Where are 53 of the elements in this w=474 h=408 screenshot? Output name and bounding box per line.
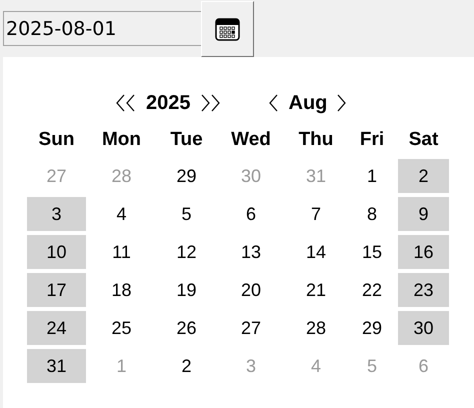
day-cell[interactable]: 2 [398, 159, 449, 193]
day-cell[interactable]: 9 [398, 197, 449, 231]
weekday-header: Sun [38, 128, 76, 152]
day-cell[interactable]: 3 [27, 197, 86, 231]
weekday-header: Thu [298, 128, 334, 152]
day-cell[interactable]: 27 [216, 311, 286, 345]
day-cell[interactable]: 23 [398, 273, 449, 307]
day-cell[interactable]: 26 [157, 311, 216, 345]
double-chevron-left-icon [116, 93, 136, 113]
day-cell[interactable]: 11 [86, 235, 157, 269]
day-cell[interactable]: 31 [27, 349, 86, 383]
day-cell[interactable]: 7 [286, 197, 346, 231]
day-cell[interactable]: 22 [346, 273, 398, 307]
calendar-icon [215, 16, 240, 42]
previous-month-button[interactable] [268, 93, 278, 113]
day-cell[interactable]: 14 [286, 235, 346, 269]
double-chevron-right-icon [200, 93, 220, 113]
day-cell[interactable]: 17 [27, 273, 86, 307]
day-cell[interactable]: 28 [286, 311, 346, 345]
weekday-header: Sat [408, 128, 440, 152]
month-label: Aug [288, 92, 328, 114]
previous-year-button[interactable] [116, 93, 136, 113]
day-cell[interactable]: 24 [27, 311, 86, 345]
day-cell[interactable]: 8 [346, 197, 398, 231]
day-cell[interactable]: 16 [398, 235, 449, 269]
day-cell[interactable]: 19 [157, 273, 216, 307]
day-cell[interactable]: 29 [157, 159, 216, 193]
day-cell[interactable]: 25 [86, 311, 157, 345]
day-cell[interactable]: 21 [286, 273, 346, 307]
day-cell[interactable]: 12 [157, 235, 216, 269]
next-month-button[interactable] [337, 93, 348, 113]
year-label: 2025 [146, 92, 190, 114]
day-cell[interactable]: 6 [216, 197, 286, 231]
next-year-button[interactable] [200, 93, 220, 113]
day-cell[interactable]: 2 [157, 349, 216, 383]
day-cell[interactable]: 30 [398, 311, 449, 345]
weekday-header: Fri [358, 128, 386, 152]
day-cell[interactable]: 5 [157, 197, 216, 231]
weekday-header: Wed [230, 128, 272, 152]
day-cell[interactable]: 13 [216, 235, 286, 269]
day-cell[interactable]: 10 [27, 235, 86, 269]
day-cell[interactable]: 18 [86, 273, 157, 307]
weekday-header: Mon [100, 128, 142, 152]
day-cell[interactable]: 4 [86, 197, 157, 231]
day-cell[interactable]: 1 [346, 159, 398, 193]
day-cell[interactable]: 20 [216, 273, 286, 307]
weekday-header: Tue [169, 128, 204, 152]
date-field[interactable]: 2025-08-01 [3, 11, 201, 46]
day-cell[interactable]: 29 [346, 311, 398, 345]
calendar-button[interactable] [201, 1, 254, 57]
chevron-right-icon [337, 93, 348, 113]
chevron-left-icon [268, 93, 278, 113]
day-cell[interactable]: 15 [346, 235, 398, 269]
